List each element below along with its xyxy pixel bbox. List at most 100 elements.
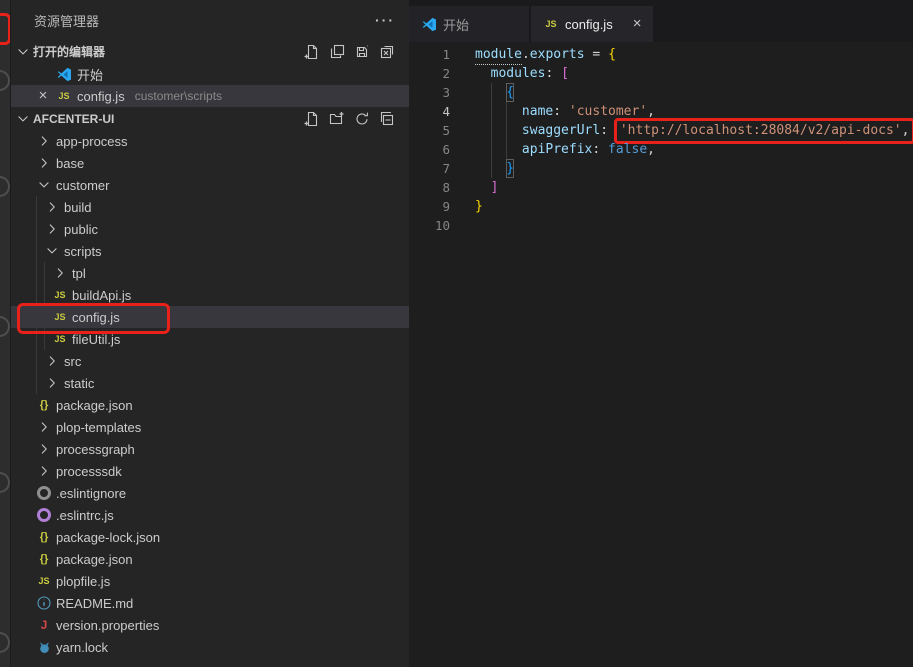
chevron-down-icon[interactable] [15, 44, 31, 60]
code-editor[interactable]: 1module.exports = {2modules: [3{4name: '… [409, 42, 913, 667]
tree-file-plopfile.js[interactable]: JSplopfile.js [11, 570, 409, 592]
annotation-box-code: 'http://localhost:28084/v2/api-docs', [614, 118, 913, 144]
new-folder-icon[interactable] [329, 111, 345, 127]
open-editor-label: config.js [77, 89, 125, 104]
eslint-grey-icon [36, 485, 52, 501]
tree-folder-customer[interactable]: customer [11, 174, 409, 196]
tree-folder-public[interactable]: public [11, 218, 409, 240]
chevron-down-icon[interactable] [36, 177, 52, 193]
tab-config.js[interactable]: JSconfig.js× [531, 6, 653, 42]
tree-file-README.md[interactable]: README.md [11, 592, 409, 614]
tree-file-version.properties[interactable]: Jversion.properties [11, 614, 409, 636]
tree-item-label: package.json [54, 552, 133, 567]
file-tree: app-process basecustomerbuildpublic script… [11, 130, 409, 658]
chevron-right-icon[interactable] [44, 353, 60, 369]
json-icon: {} [36, 529, 52, 545]
chevron-right-icon[interactable] [44, 375, 60, 391]
editor-group: 开始JSconfig.js× 1module.exports = {2modul… [409, 0, 913, 667]
json-icon: {} [36, 397, 52, 413]
activity-icon-fragment [0, 472, 10, 493]
chevron-right-icon[interactable] [44, 199, 60, 215]
indent-guide [491, 121, 507, 140]
open-editors-header[interactable]: 打开的编辑器 [11, 40, 409, 63]
collapse-all-icon[interactable] [379, 111, 395, 127]
tree-folder-base[interactable]: base [11, 152, 409, 174]
open-editor-item-config.js[interactable]: ×JSconfig.jscustomer\scripts [11, 85, 409, 107]
token: exports [530, 45, 585, 64]
new-file-icon[interactable] [304, 44, 320, 60]
chevron-down-icon[interactable] [15, 111, 31, 127]
tree-folder-build[interactable]: build [11, 196, 409, 218]
refresh-icon[interactable] [354, 111, 370, 127]
tree-folder-tpl[interactable]: tpl [11, 262, 409, 284]
tree-folder-processgraph[interactable]: processgraph [11, 438, 409, 460]
token: ] [491, 178, 499, 197]
tree-item-slot [36, 507, 52, 523]
tree-item-label: src [62, 354, 81, 369]
chevron-right-icon[interactable] [52, 265, 68, 281]
split-editor-icon[interactable] [329, 44, 345, 60]
java-icon: J [36, 617, 52, 633]
tree-file-config.js[interactable]: JSconfig.js [11, 306, 409, 328]
new-file-icon[interactable] [304, 111, 320, 127]
code-line-content: modules: [ [475, 64, 569, 83]
tree-item-label: package-lock.json [54, 530, 160, 545]
yarn-icon [36, 639, 52, 655]
tree-file-yarn.lock[interactable]: yarn.lock [11, 636, 409, 658]
line-number: 3 [409, 83, 450, 102]
tree-file-package.json[interactable]: {}package.json [11, 394, 409, 416]
tree-file-fileUtil.js[interactable]: JSfileUtil.js [11, 328, 409, 350]
js-icon: JS [56, 88, 72, 104]
token: { [608, 45, 616, 64]
token: = [585, 45, 608, 64]
chevron-right-icon[interactable] [36, 155, 52, 171]
save-all-icon[interactable] [354, 44, 370, 60]
more-actions-icon[interactable]: ··· [375, 12, 395, 28]
close-tab-icon[interactable]: × [633, 16, 642, 32]
tree-item-slot [44, 375, 60, 391]
chevron-right-icon[interactable] [36, 419, 52, 435]
chevron-right-icon[interactable] [36, 441, 52, 457]
tree-file-.eslintignore[interactable]: .eslintignore [11, 482, 409, 504]
tree-item-label: scripts [62, 244, 102, 259]
vscode-logo-icon [421, 16, 437, 32]
tree-item-label: static [62, 376, 94, 391]
token: apiPrefix [522, 140, 592, 159]
tree-folder-static[interactable]: static [11, 372, 409, 394]
tree-folder-src[interactable]: src [11, 350, 409, 372]
tree-file-package.json[interactable]: {}package.json [11, 548, 409, 570]
tree-file-.eslintrc.js[interactable]: .eslintrc.js [11, 504, 409, 526]
token: . [522, 45, 530, 64]
js-icon: JS [52, 287, 68, 303]
code-line-content: { [475, 83, 514, 102]
line-number: 7 [409, 159, 450, 178]
chevron-down-icon[interactable] [44, 243, 60, 259]
activity-icon-fragment [0, 632, 10, 653]
tab-开始[interactable]: 开始 [409, 6, 529, 42]
close-all-icon[interactable] [379, 44, 395, 60]
token: : [545, 64, 561, 83]
workspace-actions [304, 111, 409, 127]
tree-item-label: fileUtil.js [70, 332, 120, 347]
line-number: 1 [409, 45, 450, 64]
code-line-content: } [475, 159, 514, 178]
tree-file-buildApi.js[interactable]: JSbuildApi.js [11, 284, 409, 306]
chevron-right-icon[interactable] [44, 221, 60, 237]
activity-bar[interactable] [0, 0, 11, 667]
indent-guide [475, 140, 491, 159]
tree-folder-processsdk[interactable]: processsdk [11, 460, 409, 482]
token: modules [491, 64, 546, 83]
workspace-header[interactable]: AFCENTER-UI [11, 107, 409, 130]
tree-item-label: app-process [54, 134, 128, 149]
close-editor-icon[interactable]: × [35, 88, 51, 104]
chevron-right-icon[interactable] [36, 133, 52, 149]
line-number: 9 [409, 197, 450, 216]
tree-folder-scripts[interactable]: scripts [11, 240, 409, 262]
chevron-right-icon[interactable] [36, 463, 52, 479]
indent-guide [491, 140, 507, 159]
tree-file-package-lock.json[interactable]: {}package-lock.json [11, 526, 409, 548]
open-editor-item-开始[interactable]: 开始 [11, 63, 409, 85]
tree-folder-plop-templates[interactable]: plop-templates [11, 416, 409, 438]
tree-folder-app-process[interactable]: app-process [11, 130, 409, 152]
tree-item-label: version.properties [54, 618, 159, 633]
